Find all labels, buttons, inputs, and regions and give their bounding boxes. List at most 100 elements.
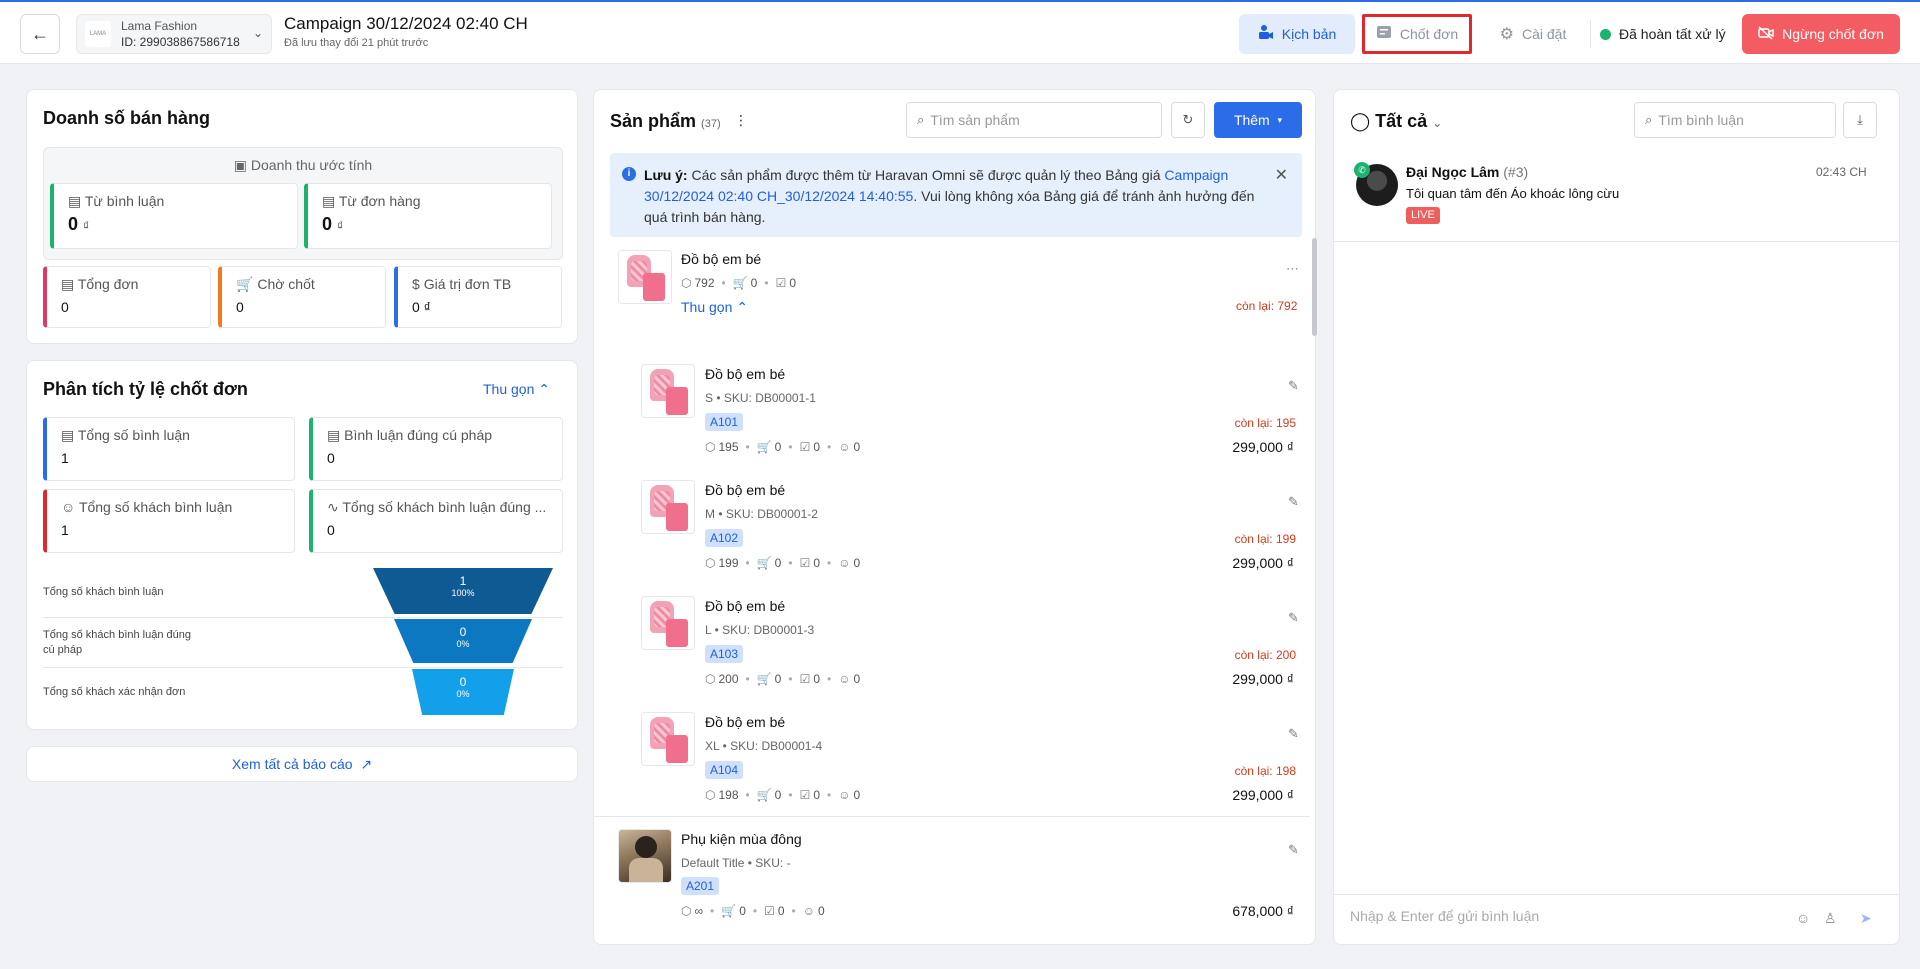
funnel-step-2: 0 0% [394, 619, 532, 663]
comment-text: Tôi quan tâm đến Áo khoác lông cừu [1406, 186, 1620, 201]
total-comments-metric: ▤ Tổng số bình luận 1 [43, 417, 295, 481]
remaining-stock: còn lại: 200 [1234, 648, 1296, 662]
remaining-stock: còn lại: 198 [1234, 764, 1296, 778]
caret-down-icon: ▾ [1277, 114, 1283, 125]
comment-filter[interactable]: ◯ Tất cả ⌄ [1350, 111, 1442, 132]
box-icon: ⬡ [681, 276, 692, 290]
comment-input[interactable]: Nhập & Enter để gửi bình luận [1350, 908, 1539, 924]
close-icon[interactable]: ✕ [1275, 165, 1288, 185]
edit-icon[interactable]: ✎ [1288, 494, 1299, 510]
store-logo: LAMA [85, 21, 111, 47]
products-scrollbar[interactable] [1312, 238, 1317, 336]
emoji-icon[interactable]: ☺ [1796, 910, 1810, 926]
commenter-name[interactable]: Đại Ngọc Lâm (#3) [1406, 164, 1528, 180]
user-icon: ☺ [838, 440, 851, 454]
info-icon: i [622, 167, 636, 181]
variant-name: Đồ bộ em bé [705, 598, 786, 614]
variant-price: 299,000 ₫ [1232, 439, 1294, 455]
product-search-input[interactable]: ⌕ Tìm sản phẩm [906, 102, 1162, 138]
variant-name: Đồ bộ em bé [705, 366, 786, 382]
box-icon: ⬡ [705, 556, 716, 570]
campaign-save-status: Đã lưu thay đổi 21 phút trước [284, 37, 429, 49]
arrow-left-icon: ← [31, 23, 49, 44]
variant-meta: L • SKU: DB00001-3 [705, 623, 815, 637]
user-icon: ☺ [838, 788, 851, 802]
header-divider [1590, 20, 1591, 48]
cart-icon: 🛒 [732, 276, 748, 290]
variant-thumbnail [641, 712, 695, 766]
variant-code-tag: A104 [705, 761, 744, 779]
total-commenters-metric: ☺ Tổng số khách bình luận 1 [43, 489, 295, 553]
user-icon: ☺ [838, 672, 851, 686]
divider [1334, 894, 1899, 895]
edit-icon[interactable]: ✎ [1288, 726, 1299, 742]
from-order-metric: ▤ Từ đơn hàng 0 ₫ [304, 183, 552, 249]
variant-price: 299,000 ₫ [1232, 671, 1294, 687]
box-icon: ⬡ [705, 788, 716, 802]
comment-icon: ▤ [68, 193, 82, 209]
refresh-button[interactable]: ↻ [1171, 102, 1205, 138]
variant-price: 299,000 ₫ [1232, 787, 1294, 803]
edit-icon[interactable]: ✎ [1288, 842, 1299, 858]
valid-syntax-comments-metric: ▤ Bình luận đúng cú pháp 0 [309, 417, 563, 481]
user-icon: ☺ [838, 556, 851, 570]
product-stats: ⬡ ∞ • 🛒 0 • ☑ 0 • ☺ 0 [681, 904, 825, 918]
order-icon: ▤ [322, 193, 336, 209]
collapse-variants-button[interactable]: Thu gọn ⌃ [681, 299, 748, 316]
variant-name: Đồ bộ em bé [705, 482, 786, 498]
status-dot-icon [1600, 28, 1611, 40]
sales-card: Doanh số bán hàng ▣ Doanh thu ước tính ▤… [26, 89, 578, 344]
variant-thumbnail [641, 596, 695, 650]
tab-kich-ban[interactable]: Kịch bản [1239, 14, 1355, 54]
product-stats: ⬡ 792 • 🛒 0 • ☑ 0 [681, 276, 797, 290]
processing-status: Đã hoàn tất xử lý [1600, 26, 1726, 42]
add-product-button[interactable]: Thêm ▾ [1214, 102, 1302, 138]
box-icon: ⬡ [681, 904, 692, 918]
back-button[interactable]: ← [20, 14, 60, 54]
store-selector[interactable]: LAMA Lama Fashion ID: 299038867586718 ⌄ [76, 14, 272, 54]
user-icon: ☺ [802, 904, 816, 918]
stop-closing-button[interactable]: Ngừng chốt đơn [1742, 14, 1900, 54]
download-button[interactable]: ⤓ [1843, 102, 1877, 138]
pricebook-notice: i Lưu ý: Các sản phẩm được thêm từ Harav… [610, 153, 1302, 237]
chevron-up-icon: ⌃ [538, 381, 550, 397]
tab-chot-don[interactable]: Chốt đơn [1362, 14, 1472, 54]
view-all-reports-button[interactable]: Xem tất cả báo cáo ↗ [26, 746, 578, 782]
variant-meta: S • SKU: DB00001-1 [705, 391, 816, 405]
send-icon[interactable]: ➤ [1860, 910, 1872, 927]
remaining-stock: còn lại: 195 [1234, 416, 1296, 430]
comment-search-input[interactable]: ⌕ Tìm bình luận [1634, 102, 1836, 138]
status-text: Đã hoàn tất xử lý [1619, 26, 1726, 42]
edit-icon[interactable]: ✎ [1288, 610, 1299, 626]
variant-code-tag: A103 [705, 645, 744, 663]
variant-thumbnail [641, 364, 695, 418]
product-name: Phụ kiện mùa đông [681, 831, 802, 847]
variant-meta: M • SKU: DB00001-2 [705, 507, 818, 521]
download-icon: ⤓ [1857, 112, 1863, 127]
product-code-tag: A201 [681, 877, 720, 895]
user-icon[interactable]: ♙ [1824, 910, 1837, 927]
box-icon: ⬡ [705, 672, 716, 686]
check-box-icon: ☑ [799, 556, 811, 570]
cart-icon: 🛒 [756, 788, 772, 802]
chat-icon: ▤ [327, 427, 341, 443]
check-box-icon: ☑ [775, 276, 787, 290]
collapse-analysis-button[interactable]: Thu gọn ⌃ [483, 381, 550, 398]
more-horizontal-icon[interactable]: ⋯ [1286, 261, 1299, 277]
search-icon: ⌕ [917, 112, 925, 127]
product-thumbnail [618, 829, 672, 883]
edit-icon[interactable]: ✎ [1288, 378, 1299, 394]
variant-thumbnail [641, 480, 695, 534]
store-name: Lama Fashion [121, 19, 198, 33]
variant-meta: XL • SKU: DB00001-4 [705, 739, 823, 753]
more-vertical-icon[interactable]: ⋮ [734, 112, 748, 129]
products-title: Sản phẩm (37) [610, 111, 721, 131]
stop-label: Ngừng chốt đơn [1782, 26, 1884, 42]
checklist-icon [1376, 24, 1392, 45]
conversion-analysis-card: Phân tích tỷ lệ chốt đơn Thu gọn ⌃ ▤ Tổn… [26, 360, 578, 730]
variant-stats: ⬡ 195 • 🛒 0 • ☑ 0 • ☺ 0 [705, 440, 861, 454]
cart-icon: 🛒 [756, 440, 772, 454]
orders-icon: ▤ [61, 276, 75, 292]
tab-cai-dat[interactable]: ⚙ Cài đặt [1478, 14, 1588, 54]
external-link-icon: ↗ [360, 755, 373, 772]
